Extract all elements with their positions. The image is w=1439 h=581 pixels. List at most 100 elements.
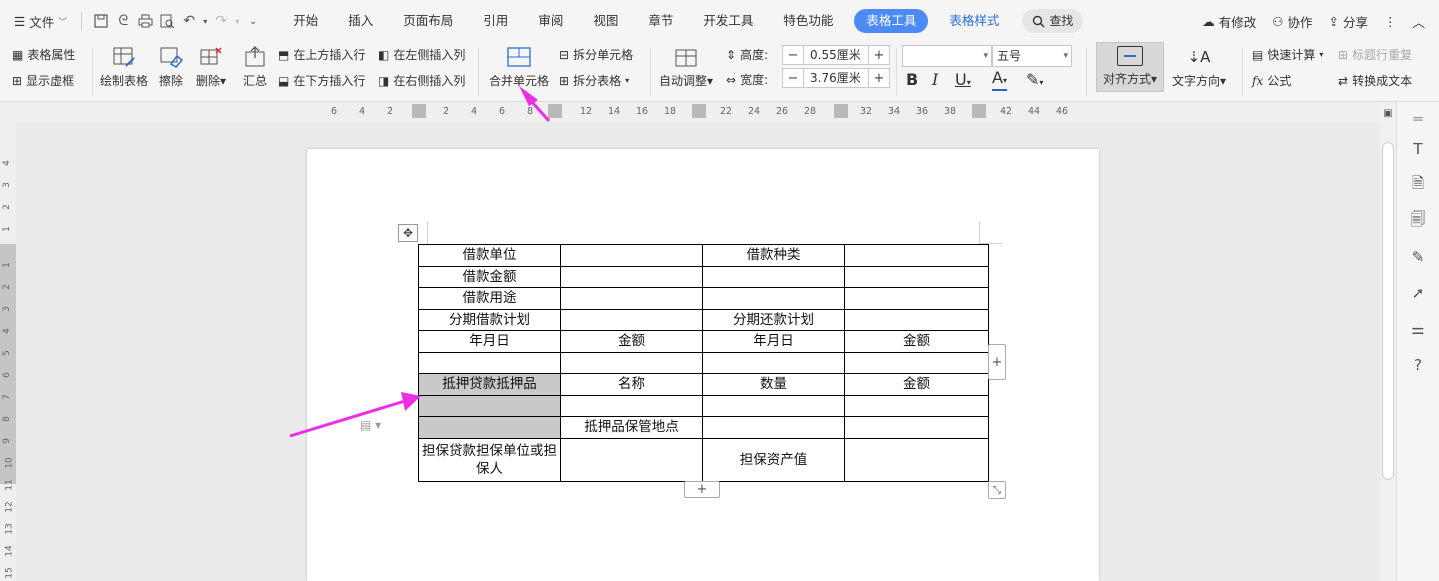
search-button[interactable]: 查找 xyxy=(1022,9,1084,33)
table-cell[interactable]: 分期还款计划 xyxy=(702,308,845,331)
row-height-input[interactable]: 0.55厘米 xyxy=(803,46,869,64)
increase-height-button[interactable]: + xyxy=(869,48,889,63)
cursor-icon[interactable]: ➚ xyxy=(1407,282,1429,304)
file-menu[interactable]: ☰ 文件 ﹀ xyxy=(0,12,73,31)
table-cell[interactable] xyxy=(844,308,989,331)
panel-menu-icon[interactable]: ═ xyxy=(1407,108,1429,130)
add-column-button[interactable]: + xyxy=(988,344,1006,380)
format-painter-icon[interactable]: ᘓ xyxy=(112,10,134,32)
collab-button[interactable]: ⚇ 协作 xyxy=(1272,12,1312,31)
table-cell[interactable] xyxy=(844,437,989,482)
table-cell[interactable] xyxy=(418,394,561,417)
alignment-button[interactable]: 对齐方式▾ xyxy=(1096,42,1164,92)
table-cell[interactable]: 抵押贷款抵押品 xyxy=(418,373,561,396)
table-cell[interactable] xyxy=(560,265,703,288)
table-cell[interactable] xyxy=(560,244,703,267)
paste-options-icon[interactable]: ▤ ▾ xyxy=(360,418,381,432)
column-marker[interactable] xyxy=(834,104,848,118)
tab-insert[interactable]: 插入 xyxy=(333,9,388,33)
table-cell[interactable] xyxy=(844,394,989,417)
table-cell[interactable]: 金额 xyxy=(844,373,989,396)
help-icon[interactable]: ? xyxy=(1407,354,1429,376)
summary-button[interactable]: 汇总 xyxy=(242,44,268,89)
table-cell[interactable]: 数量 xyxy=(702,373,845,396)
table-properties-button[interactable]: ▦ 表格属性 xyxy=(12,46,75,63)
table-cell[interactable]: 抵押品保管地点 xyxy=(560,416,703,439)
scrollbar-thumb[interactable] xyxy=(1382,142,1394,480)
erase-button[interactable]: 擦除 xyxy=(158,44,184,89)
table-cell[interactable]: 金额 xyxy=(844,330,989,353)
column-width-stepper[interactable]: − 3.76厘米 + xyxy=(782,68,890,88)
table-cell[interactable] xyxy=(844,287,989,310)
table-cell[interactable]: 分期借款计划 xyxy=(418,308,561,331)
auto-fit-button[interactable]: 自动调整▾ xyxy=(659,44,713,89)
save-icon[interactable] xyxy=(90,10,112,32)
tab-view[interactable]: 视图 xyxy=(578,9,633,33)
pen-icon[interactable]: ✎ xyxy=(1407,246,1429,268)
font-size-select[interactable]: 五号 ▾ xyxy=(992,45,1072,67)
horizontal-ruler[interactable]: 642246812141618202224262832343638424446 xyxy=(0,102,1380,122)
font-name-select[interactable]: ▾ xyxy=(902,45,992,67)
table-cell[interactable]: 借款用途 xyxy=(418,287,561,310)
row-height-stepper[interactable]: − 0.55厘米 + xyxy=(782,45,890,65)
insert-row-below-button[interactable]: ⬓ 在下方插入行 xyxy=(278,72,365,89)
increase-width-button[interactable]: + xyxy=(869,71,889,86)
loan-table[interactable]: 借款单位 借款种类 借款金额 借款用途 分期借款计划 分期还款计划 年月日 金额 年月日 金额 抵押… xyxy=(418,244,989,482)
sliders-icon[interactable]: ⚌ xyxy=(1407,318,1429,340)
table-cell[interactable] xyxy=(560,437,703,482)
table-cell[interactable] xyxy=(844,265,989,288)
table-cell[interactable]: 名称 xyxy=(560,373,703,396)
document-settings-icon[interactable]: 🗐 xyxy=(1407,210,1429,232)
repeat-title-row-button[interactable]: ⊞ 标题行重复 xyxy=(1338,46,1412,63)
redo-icon[interactable]: ↷ xyxy=(210,10,232,32)
decrease-height-button[interactable]: − xyxy=(783,48,803,63)
bold-icon[interactable]: B xyxy=(906,70,918,89)
chevron-down-icon[interactable]: ▾ xyxy=(232,10,242,32)
tab-home[interactable]: 开始 xyxy=(278,9,333,33)
share-button[interactable]: ⇪ 分享 xyxy=(1328,12,1368,31)
split-table-button[interactable]: ⊞ 拆分表格 ▾ xyxy=(559,72,629,89)
tab-developer[interactable]: 开发工具 xyxy=(688,9,768,33)
insert-column-right-button[interactable]: ◨ 在右侧插入列 xyxy=(378,72,465,89)
tab-table-tools[interactable]: 表格工具 xyxy=(854,9,929,33)
add-row-button[interactable]: + xyxy=(684,481,720,498)
formula-button[interactable]: fx 公式 xyxy=(1252,72,1291,89)
table-cell[interactable]: 担保贷款担保单位或担保人 xyxy=(418,437,561,482)
highlight-icon[interactable]: ✎▾ xyxy=(1026,70,1043,89)
table-cell[interactable] xyxy=(560,394,703,417)
column-width-input[interactable]: 3.76厘米 xyxy=(803,69,869,87)
table-cell[interactable]: 年月日 xyxy=(702,330,845,353)
text-style-icon[interactable]: T xyxy=(1407,138,1429,160)
print-preview-icon[interactable] xyxy=(156,10,178,32)
column-marker[interactable] xyxy=(972,104,986,118)
split-cells-button[interactable]: ⊟ 拆分单元格 xyxy=(559,46,633,63)
collapse-ribbon-icon[interactable]: ︿ xyxy=(1412,12,1425,31)
undo-icon[interactable]: ↶ xyxy=(178,10,200,32)
table-cell[interactable] xyxy=(844,416,989,439)
modified-status[interactable]: ☁ 有修改 xyxy=(1202,12,1256,31)
table-cell[interactable]: 借款单位 xyxy=(418,244,561,267)
show-gridlines-button[interactable]: ⊞ 显示虚框 xyxy=(12,72,74,89)
table-cell[interactable]: 借款种类 xyxy=(702,244,845,267)
table-cell[interactable] xyxy=(418,351,561,374)
tab-table-style[interactable]: 表格样式 xyxy=(934,9,1014,33)
table-cell[interactable]: 借款金额 xyxy=(418,265,561,288)
delete-button[interactable]: 删除▾ xyxy=(196,44,226,89)
resize-table-icon[interactable]: ⤡ xyxy=(988,481,1006,499)
merge-cells-button[interactable]: 合并单元格 xyxy=(489,44,549,89)
table-cell[interactable]: 金额 xyxy=(560,330,703,353)
table-cell[interactable] xyxy=(418,416,561,439)
underline-icon[interactable]: U▾ xyxy=(955,70,971,89)
insert-row-above-button[interactable]: ⬒ 在上方插入行 xyxy=(278,46,365,63)
font-color-icon[interactable]: A▾ xyxy=(992,70,1007,91)
print-icon[interactable] xyxy=(134,10,156,32)
table-cell[interactable] xyxy=(702,394,845,417)
quick-calc-button[interactable]: ▤ 快速计算 ▾ xyxy=(1252,46,1323,63)
column-marker[interactable] xyxy=(548,104,562,118)
tab-section[interactable]: 章节 xyxy=(633,9,688,33)
column-marker[interactable] xyxy=(412,104,426,118)
table-cell[interactable] xyxy=(702,287,845,310)
decrease-width-button[interactable]: − xyxy=(783,71,803,86)
tab-special[interactable]: 特色功能 xyxy=(768,9,848,33)
vertical-ruler[interactable]: 4 3 2 1 1 2 3 4 5 6 7 8 9 10 11 12 13 14 15 xyxy=(0,122,16,581)
